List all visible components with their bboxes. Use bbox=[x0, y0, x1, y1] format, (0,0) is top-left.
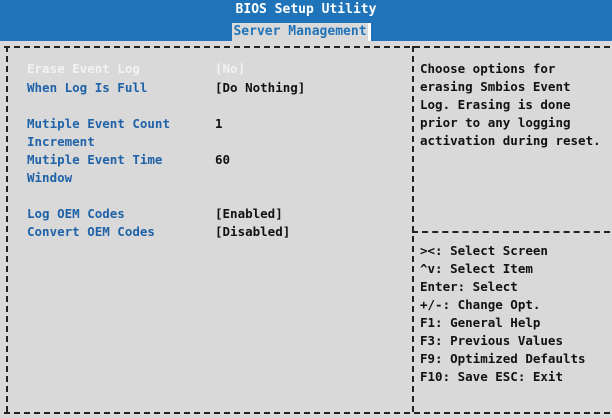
frame-left-border bbox=[6, 46, 8, 412]
setting-when-log-full-value[interactable]: [Do Nothing] bbox=[215, 79, 305, 97]
key-help-f3: F3: Previous Values bbox=[420, 333, 563, 348]
setting-convert-oem-codes-label[interactable]: Convert OEM Codes bbox=[27, 223, 155, 241]
key-help-f10-esc: F10: Save ESC: Exit bbox=[420, 369, 563, 384]
setting-when-log-full-label[interactable]: When Log Is Full bbox=[27, 79, 147, 97]
key-help-select-screen: ><: Select Screen bbox=[420, 243, 548, 258]
setting-erase-event-log-value[interactable]: [No] bbox=[215, 60, 245, 78]
setting-log-oem-codes-value[interactable]: [Enabled] bbox=[215, 205, 283, 223]
help-text-line: Choose options for bbox=[420, 61, 556, 76]
frame-top-border bbox=[4, 46, 610, 48]
setting-erase-event-log-label[interactable]: Erase Event Log bbox=[27, 60, 140, 78]
key-help-select-item: ^v: Select Item bbox=[420, 261, 533, 276]
app-title: BIOS Setup Utility bbox=[235, 2, 377, 17]
tab-edge bbox=[368, 23, 371, 41]
setting-log-oem-codes-label[interactable]: Log OEM Codes bbox=[27, 205, 125, 223]
key-help-change-opt: +/-: Change Opt. bbox=[420, 297, 541, 312]
setting-event-count-label[interactable]: Mutiple Event Count bbox=[27, 115, 170, 133]
setting-event-time-value[interactable]: 60 bbox=[215, 151, 230, 169]
panel-divider bbox=[412, 46, 414, 412]
tab-server-management[interactable]: Server Management bbox=[232, 23, 368, 41]
frame-bottom-border bbox=[4, 412, 610, 414]
setting-convert-oem-codes-value[interactable]: [Disabled] bbox=[215, 223, 290, 241]
help-text-line: Log. Erasing is done bbox=[420, 97, 571, 112]
title-bar: BIOS Setup Utility Server Management bbox=[0, 0, 612, 41]
help-divider bbox=[412, 231, 610, 233]
setting-event-count-label-line2[interactable]: Increment bbox=[27, 133, 95, 151]
key-help-f1: F1: General Help bbox=[420, 315, 541, 330]
help-text-line: erasing Smbios Event bbox=[420, 79, 571, 94]
help-text-line: activation during reset. bbox=[420, 133, 601, 148]
setting-event-count-value[interactable]: 1 bbox=[215, 115, 223, 133]
key-help-f9: F9: Optimized Defaults bbox=[420, 351, 586, 366]
key-help-enter: Enter: Select bbox=[420, 279, 518, 294]
help-text-line: prior to any logging bbox=[420, 115, 571, 130]
setting-event-time-label-line2[interactable]: Window bbox=[27, 169, 72, 187]
setting-event-time-label[interactable]: Mutiple Event Time bbox=[27, 151, 162, 169]
